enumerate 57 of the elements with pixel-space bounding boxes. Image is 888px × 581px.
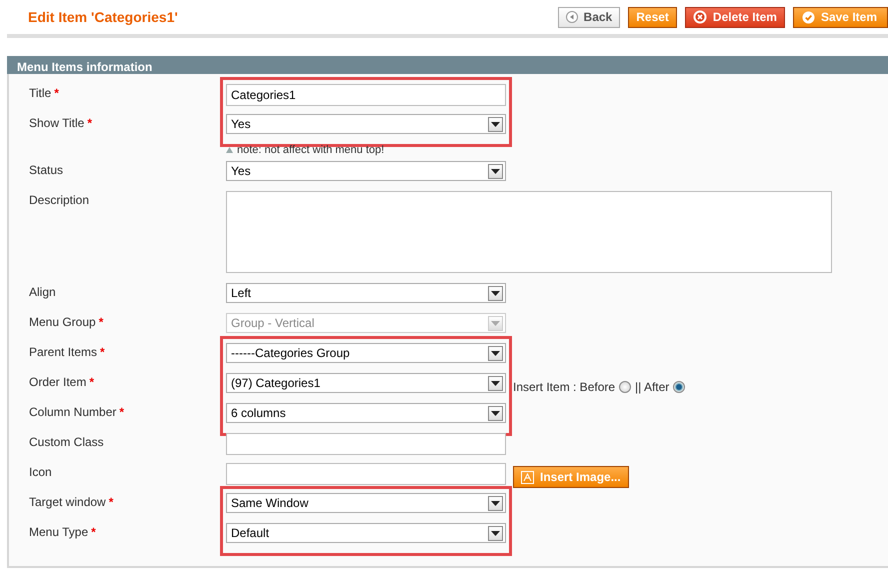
check-icon <box>802 10 815 24</box>
section-header: Menu Items information <box>7 56 888 74</box>
select-field[interactable]: 6 columns <box>226 403 506 423</box>
field-label: Align <box>29 284 56 301</box>
radio-button[interactable] <box>673 381 686 393</box>
required-mark: * <box>119 404 124 421</box>
required-mark: * <box>108 494 114 511</box>
field-label: Column Number <box>29 404 116 421</box>
select-field[interactable]: Left <box>226 283 506 303</box>
textarea-field[interactable] <box>226 191 832 273</box>
required-mark: * <box>100 344 105 361</box>
field-label: Target window <box>29 494 106 511</box>
delete-button[interactable]: Delete Item <box>684 6 785 28</box>
required-mark: * <box>87 115 92 132</box>
note-text: note: not affect with menu top! <box>237 143 384 158</box>
caret-icon <box>491 380 500 386</box>
caret-icon <box>491 500 500 506</box>
field-label: Parent Items <box>29 344 98 361</box>
field-label: Custom Class <box>29 434 104 451</box>
field-label: Description <box>29 192 90 209</box>
option-label: || After <box>635 379 670 396</box>
close-icon <box>692 10 707 24</box>
select-field[interactable]: ------Categories Group <box>226 343 506 363</box>
caret-icon <box>491 290 500 296</box>
text-field[interactable] <box>226 463 506 485</box>
field-label: Order Item <box>29 374 86 391</box>
field-label: Title <box>29 85 52 102</box>
caret-icon <box>491 320 500 326</box>
field-label: Menu Group <box>29 314 96 331</box>
caret-icon <box>491 122 500 126</box>
text-field[interactable] <box>226 433 506 455</box>
field-label: Menu Type <box>29 524 88 541</box>
option-label: Insert Item : Before <box>513 379 616 396</box>
select-field[interactable]: Yes <box>226 161 506 181</box>
radio-button[interactable] <box>619 381 632 393</box>
back-icon <box>566 11 578 23</box>
image-icon <box>521 470 534 484</box>
triangle-icon <box>226 147 233 154</box>
required-mark: * <box>54 85 59 102</box>
select-field[interactable]: Yes <box>226 114 506 134</box>
text-field[interactable]: Categories1 <box>226 84 506 106</box>
required-mark: * <box>98 314 104 331</box>
required-mark: * <box>89 374 94 391</box>
caret-icon <box>491 168 500 174</box>
caret-icon <box>491 530 500 536</box>
caret-icon <box>491 410 500 416</box>
caret-icon <box>491 350 500 356</box>
required-mark: * <box>91 524 96 541</box>
field-label: Icon <box>29 464 52 481</box>
field-label: Show Title <box>29 115 84 132</box>
back-button[interactable]: Back <box>558 6 620 28</box>
page-title: Edit Item 'Categories1' <box>28 8 178 27</box>
select-field[interactable]: Default <box>226 523 506 543</box>
select-field[interactable]: Same Window <box>226 493 506 513</box>
select-field[interactable]: (97) Categories1 <box>226 373 506 393</box>
field-label: Status <box>29 162 64 179</box>
select-field: Group - Vertical <box>226 313 506 333</box>
